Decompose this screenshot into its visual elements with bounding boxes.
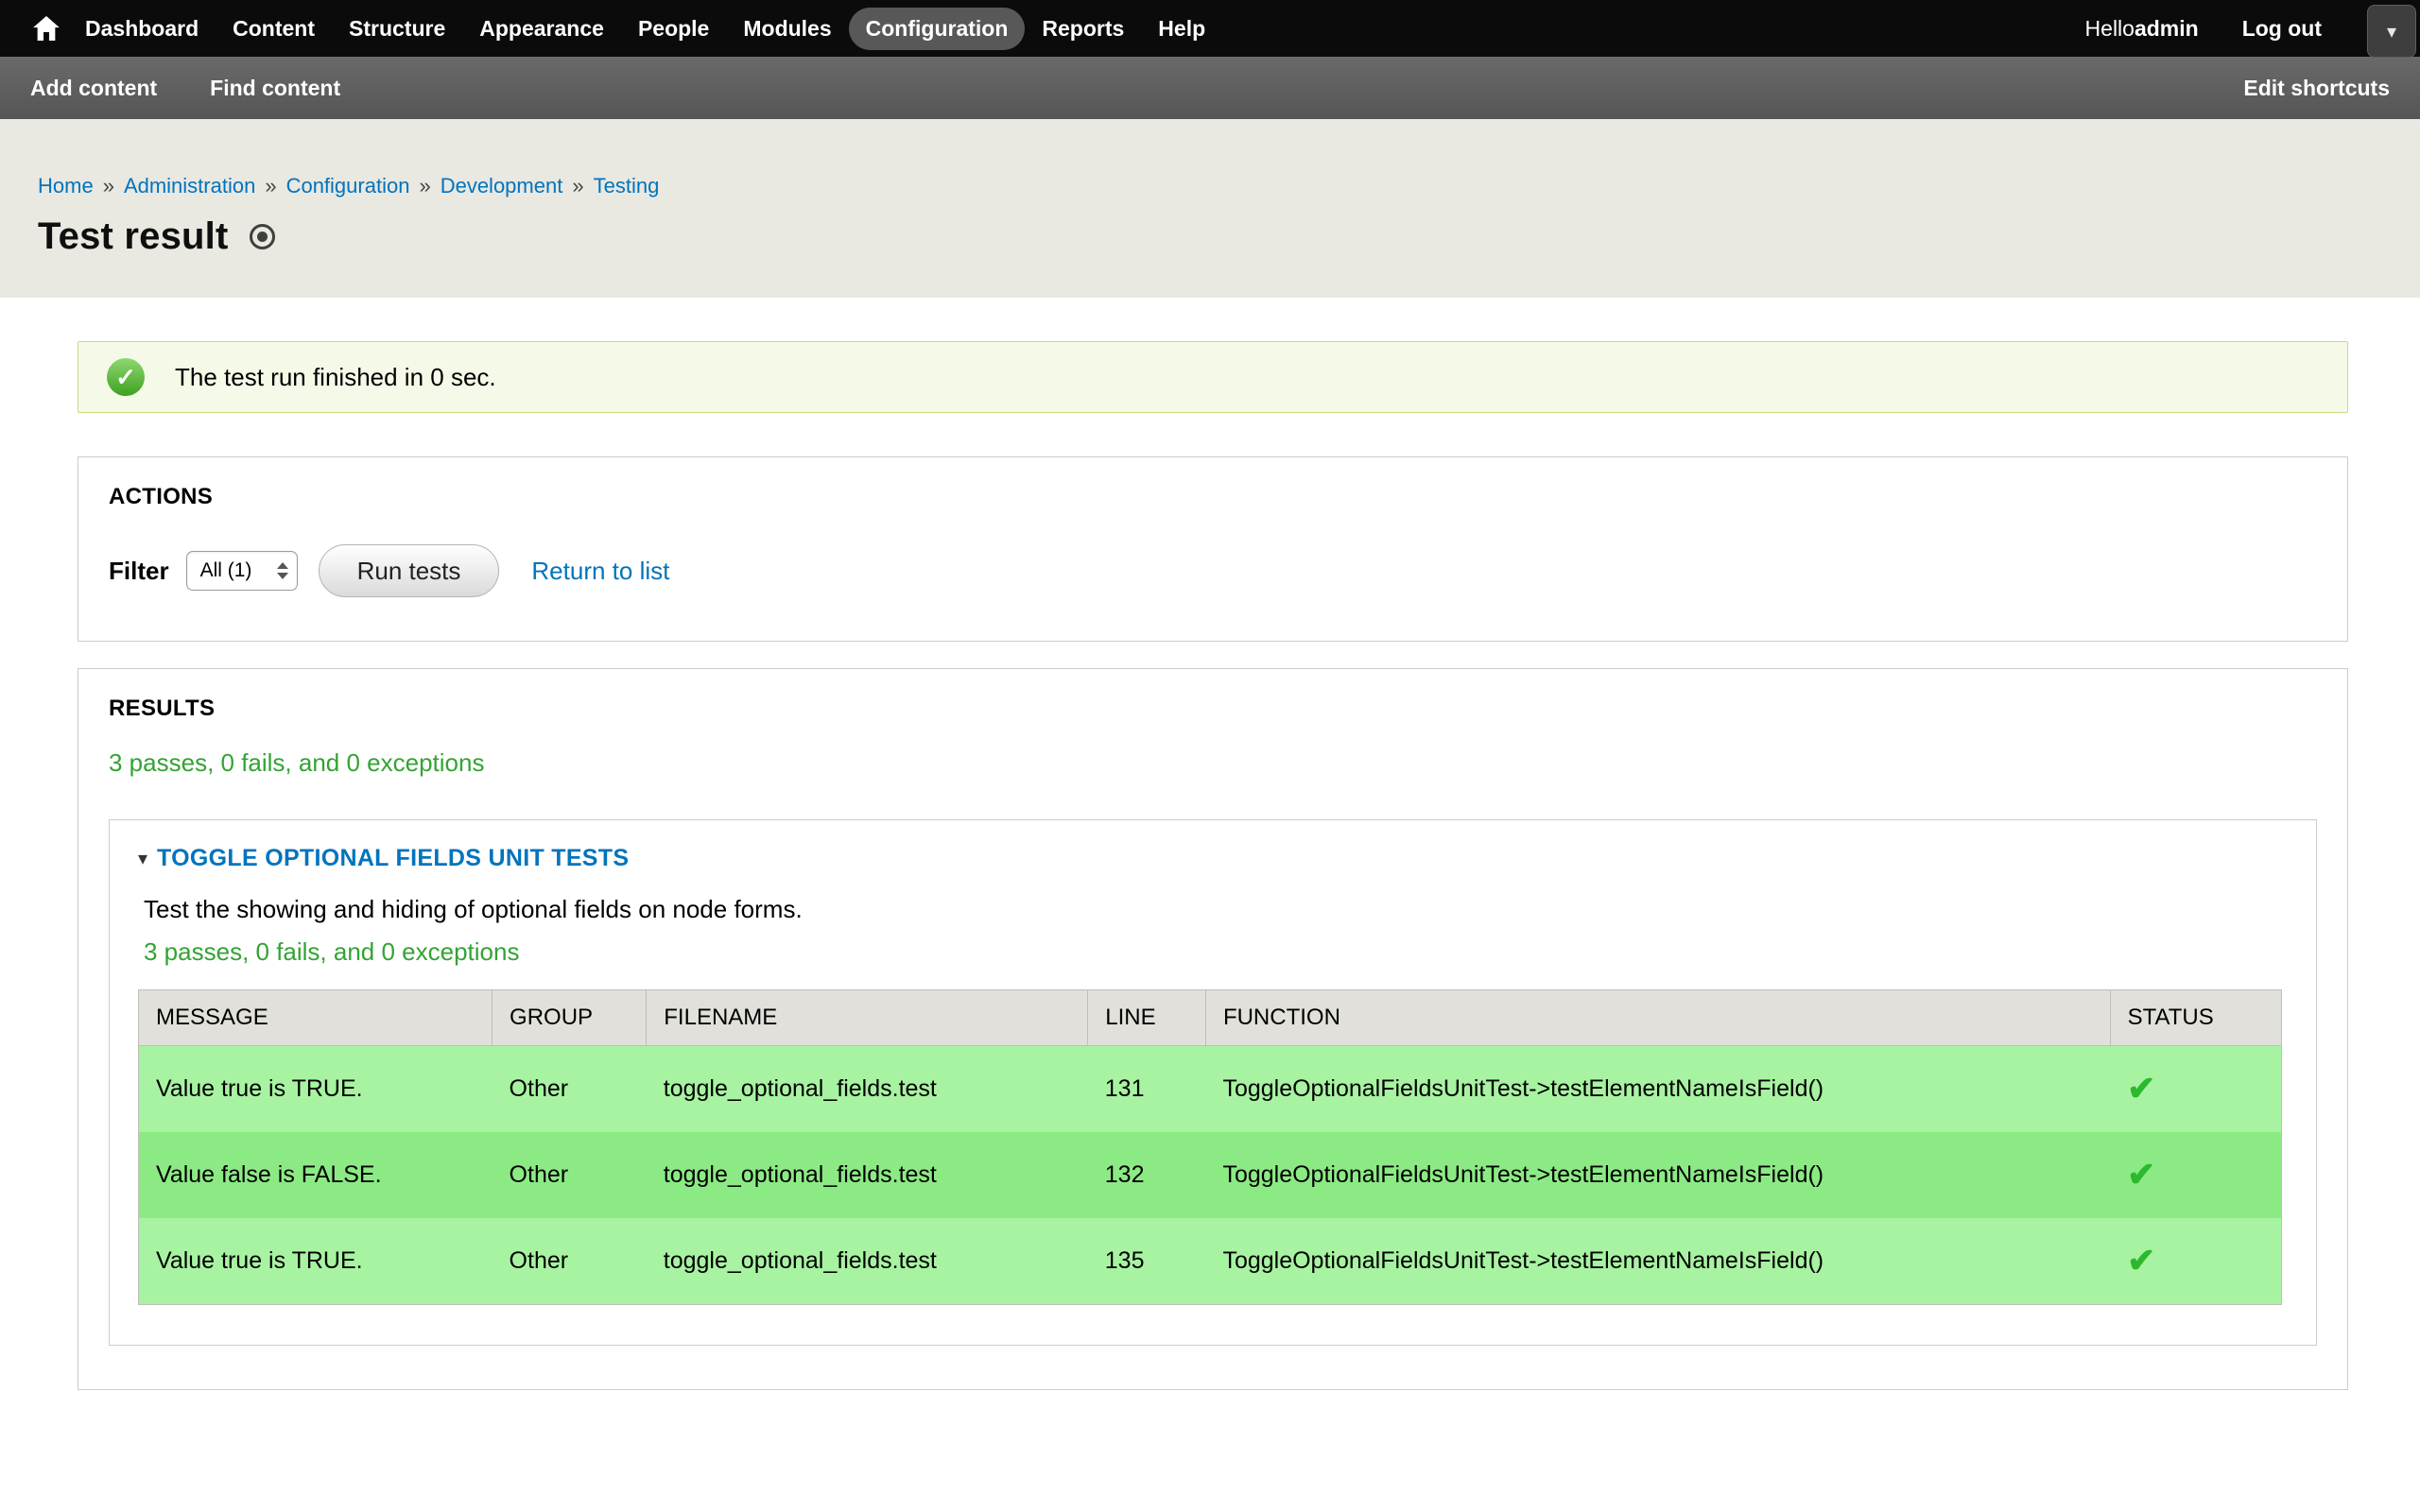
cell-group: Other xyxy=(493,1046,647,1133)
menu-item-modules[interactable]: Modules xyxy=(726,8,848,50)
column-header-filename: FILENAME xyxy=(647,990,1088,1046)
column-header-line: LINE xyxy=(1088,990,1206,1046)
menu-item-dashboard[interactable]: Dashboard xyxy=(68,8,216,50)
filter-select[interactable]: All (1) xyxy=(186,551,298,591)
home-button[interactable] xyxy=(25,0,68,57)
add-content-link[interactable]: Add content xyxy=(30,76,157,101)
page-title: Test result xyxy=(38,215,229,258)
shortcut-bar: Add content Find content Edit shortcuts xyxy=(0,57,2420,119)
cell-message: Value false is FALSE. xyxy=(139,1132,493,1218)
pass-check-icon: ✔ xyxy=(2127,1155,2155,1194)
admin-menu: Dashboard Content Structure Appearance P… xyxy=(68,8,1222,50)
return-to-list-link[interactable]: Return to list xyxy=(531,557,669,586)
main-content: ✓ The test run finished in 0 sec. ACTION… xyxy=(0,298,2420,1390)
cell-group: Other xyxy=(493,1132,647,1218)
results-legend: RESULTS xyxy=(109,696,2317,722)
breadcrumb-administration[interactable]: Administration xyxy=(124,174,255,198)
contextual-gear-icon[interactable] xyxy=(250,224,275,249)
menu-item-configuration[interactable]: Configuration xyxy=(849,8,1026,50)
pass-check-icon: ✔ xyxy=(2127,1069,2155,1108)
cell-function: ToggleOptionalFieldsUnitTest->testElemen… xyxy=(1205,1132,2110,1218)
cell-status: ✔ xyxy=(2110,1046,2281,1133)
breadcrumb-separator: » xyxy=(419,174,430,198)
breadcrumb-testing[interactable]: Testing xyxy=(594,174,660,198)
filter-select-value: All (1) xyxy=(200,559,252,582)
home-icon xyxy=(33,16,60,41)
test-results-table: MESSAGE GROUP FILENAME LINE FUNCTION STA… xyxy=(138,989,2282,1305)
username-link[interactable]: admin xyxy=(2135,16,2199,42)
column-header-message: MESSAGE xyxy=(139,990,493,1046)
actions-legend: ACTIONS xyxy=(109,484,2317,510)
column-header-function: FUNCTION xyxy=(1205,990,2110,1046)
check-circle-icon: ✓ xyxy=(107,358,145,396)
cell-status: ✔ xyxy=(2110,1218,2281,1305)
test-group-fieldset: ▾ TOGGLE OPTIONAL FIELDS UNIT TESTS Test… xyxy=(109,819,2317,1346)
test-group-description: Test the showing and hiding of optional … xyxy=(144,895,2282,924)
cell-line: 132 xyxy=(1088,1132,1206,1218)
menu-item-content[interactable]: Content xyxy=(216,8,332,50)
actions-fieldset: ACTIONS Filter All (1) Run tests Return … xyxy=(78,456,2348,642)
breadcrumb-configuration[interactable]: Configuration xyxy=(286,174,410,198)
cell-message: Value true is TRUE. xyxy=(139,1218,493,1305)
menu-item-structure[interactable]: Structure xyxy=(332,8,462,50)
column-header-status: STATUS xyxy=(2110,990,2281,1046)
filter-label: Filter xyxy=(109,557,169,586)
results-summary: 3 passes, 0 fails, and 0 exceptions xyxy=(109,748,2317,778)
menu-item-people[interactable]: People xyxy=(621,8,726,50)
cell-function: ToggleOptionalFieldsUnitTest->testElemen… xyxy=(1205,1218,2110,1305)
table-row: Value true is TRUE. Other toggle_optiona… xyxy=(139,1046,2282,1133)
select-stepper-icon xyxy=(277,562,288,579)
breadcrumb-development[interactable]: Development xyxy=(441,174,563,198)
admin-bar-right: Hello admin Log out xyxy=(2085,16,2322,42)
find-content-link[interactable]: Find content xyxy=(210,76,340,101)
breadcrumb-separator: » xyxy=(103,174,114,198)
menu-item-reports[interactable]: Reports xyxy=(1025,8,1141,50)
breadcrumb-separator: » xyxy=(572,174,583,198)
page-header: Home » Administration » Configuration » Develo… xyxy=(0,119,2420,298)
breadcrumb-home[interactable]: Home xyxy=(38,174,94,198)
status-message-text: The test run finished in 0 sec. xyxy=(175,363,496,392)
menu-item-appearance[interactable]: Appearance xyxy=(462,8,621,50)
results-fieldset: RESULTS 3 passes, 0 fails, and 0 excepti… xyxy=(78,668,2348,1390)
cell-function: ToggleOptionalFieldsUnitTest->testElemen… xyxy=(1205,1046,2110,1133)
pass-check-icon: ✔ xyxy=(2127,1241,2155,1280)
logout-link[interactable]: Log out xyxy=(2242,16,2322,42)
table-row: Value false is FALSE. Other toggle_optio… xyxy=(139,1132,2282,1218)
test-group-toggle[interactable]: ▾ TOGGLE OPTIONAL FIELDS UNIT TESTS xyxy=(138,845,2282,872)
cell-filename: toggle_optional_fields.test xyxy=(647,1046,1088,1133)
cell-filename: toggle_optional_fields.test xyxy=(647,1132,1088,1218)
breadcrumb-separator: » xyxy=(265,174,276,198)
run-tests-button[interactable]: Run tests xyxy=(319,544,500,597)
cell-line: 135 xyxy=(1088,1218,1206,1305)
admin-toolbar: Dashboard Content Structure Appearance P… xyxy=(0,0,2420,57)
collapse-arrow-icon: ▾ xyxy=(138,847,147,870)
greeting-text: Hello xyxy=(2085,16,2135,42)
table-row: Value true is TRUE. Other toggle_optiona… xyxy=(139,1218,2282,1305)
status-message: ✓ The test run finished in 0 sec. xyxy=(78,341,2348,413)
test-group-title: TOGGLE OPTIONAL FIELDS UNIT TESTS xyxy=(157,845,629,872)
toolbar-dropdown-toggle[interactable]: ▾ xyxy=(2367,5,2416,58)
edit-shortcuts-link[interactable]: Edit shortcuts xyxy=(2243,76,2390,101)
cell-line: 131 xyxy=(1088,1046,1206,1133)
cell-status: ✔ xyxy=(2110,1132,2281,1218)
table-header-row: MESSAGE GROUP FILENAME LINE FUNCTION STA… xyxy=(139,990,2282,1046)
breadcrumb: Home » Administration » Configuration » Develo… xyxy=(38,174,2382,198)
cell-message: Value true is TRUE. xyxy=(139,1046,493,1133)
menu-item-help[interactable]: Help xyxy=(1141,8,1222,50)
cell-group: Other xyxy=(493,1218,647,1305)
cell-filename: toggle_optional_fields.test xyxy=(647,1218,1088,1305)
column-header-group: GROUP xyxy=(493,990,647,1046)
test-group-summary: 3 passes, 0 fails, and 0 exceptions xyxy=(144,937,2282,967)
chevron-down-icon: ▾ xyxy=(2387,20,2396,43)
